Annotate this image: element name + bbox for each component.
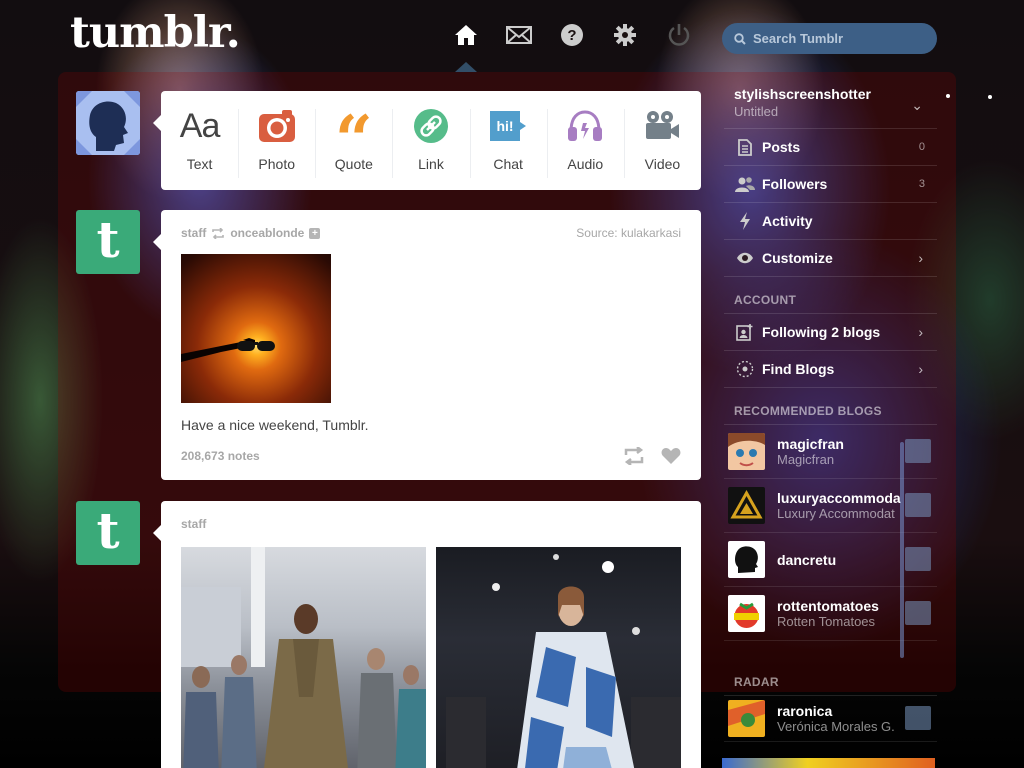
post-card: staff bbox=[153, 501, 701, 768]
link-icon bbox=[413, 106, 449, 146]
sidebar-item-activity[interactable]: Activity bbox=[724, 203, 937, 240]
tumblr-logo[interactable]: tumblr. bbox=[70, 8, 241, 58]
post-author[interactable]: staff bbox=[181, 226, 206, 240]
photoset-image[interactable] bbox=[436, 547, 681, 768]
search-icon bbox=[734, 32, 746, 45]
help-icon[interactable]: ? bbox=[559, 22, 585, 48]
search-input[interactable]: Search Tumblr bbox=[722, 23, 937, 54]
follow-button[interactable] bbox=[905, 601, 931, 625]
eye-icon bbox=[734, 252, 756, 264]
radar-post-preview[interactable] bbox=[722, 758, 935, 768]
post-header: staff onceablonde + Source: kulakarkasi bbox=[161, 210, 701, 240]
blog-avatar bbox=[728, 487, 765, 524]
gear-icon[interactable] bbox=[612, 22, 638, 48]
section-title-account: ACCOUNT bbox=[724, 277, 937, 314]
sidebar-item-posts[interactable]: Posts 0 bbox=[724, 129, 937, 166]
search-placeholder: Search Tumblr bbox=[753, 31, 844, 46]
followers-icon bbox=[734, 176, 756, 192]
blog-switcher[interactable]: stylishscreenshotter Untitled ⌄ bbox=[724, 77, 937, 129]
section-title-recommended: RECOMMENDED BLOGS bbox=[724, 388, 937, 425]
post-caption: Have a nice weekend, Tumblr. bbox=[181, 417, 369, 433]
chat-icon: hi! bbox=[488, 106, 528, 146]
photoset bbox=[161, 531, 701, 768]
section-title-radar: RADAR bbox=[724, 659, 937, 696]
recommended-blog[interactable]: magicfran Magicfran bbox=[724, 425, 937, 479]
chevron-down-icon: ⌄ bbox=[911, 97, 923, 113]
chevron-right-icon: › bbox=[918, 250, 923, 266]
camera-icon bbox=[258, 106, 296, 146]
like-heart-icon[interactable] bbox=[661, 447, 681, 465]
blog-avatar bbox=[728, 595, 765, 632]
follow-plus-icon[interactable]: + bbox=[309, 227, 321, 239]
reblog-icon[interactable] bbox=[623, 447, 645, 465]
recommended-blog[interactable]: dancretu bbox=[724, 533, 937, 587]
svg-text:hi!: hi! bbox=[497, 118, 514, 134]
following-icon bbox=[734, 323, 756, 341]
sidebar-item-customize[interactable]: Customize › bbox=[724, 240, 937, 277]
recommended-blog[interactable]: rottentomatoes Rotten Tomatoes bbox=[724, 587, 937, 641]
background-speck bbox=[946, 94, 950, 98]
activity-icon bbox=[734, 212, 756, 230]
recommended-blog[interactable]: luxuryaccommoda Luxury Accommodat bbox=[724, 479, 937, 533]
post-source[interactable]: Source: kulakarkasi bbox=[576, 226, 681, 240]
audio-icon bbox=[566, 106, 604, 146]
recommended-scrollbar[interactable] bbox=[900, 442, 904, 658]
home-icon[interactable] bbox=[453, 22, 479, 48]
staff-avatar[interactable]: t bbox=[76, 501, 140, 565]
post-author[interactable]: staff bbox=[181, 517, 206, 531]
staff-avatar[interactable]: t bbox=[76, 210, 140, 274]
post-type-label: Video bbox=[644, 156, 681, 172]
blog-avatar bbox=[728, 700, 765, 737]
post-type-audio[interactable]: Audio bbox=[546, 91, 624, 190]
post-type-quote[interactable]: “ Quote bbox=[315, 91, 392, 190]
post-type-chat[interactable]: hi! Chat bbox=[469, 91, 547, 190]
radar-blog[interactable]: raronica Verónica Morales G. bbox=[724, 696, 937, 742]
follow-button[interactable] bbox=[905, 706, 931, 730]
post-type-label: Link bbox=[418, 156, 444, 172]
sidebar-item-followers[interactable]: Followers 3 bbox=[724, 166, 937, 203]
post-type-video[interactable]: Video bbox=[623, 91, 701, 190]
post-type-text[interactable]: Aa Text bbox=[161, 91, 238, 190]
quote-icon: “ bbox=[334, 101, 373, 179]
post-type-link[interactable]: Link bbox=[392, 91, 469, 190]
power-icon[interactable] bbox=[666, 22, 692, 48]
blog-name: stylishscreenshotter bbox=[734, 86, 871, 102]
reblogged-from[interactable]: onceablonde bbox=[230, 226, 304, 240]
blog-avatar bbox=[728, 433, 765, 470]
post-type-label: Text bbox=[186, 156, 213, 172]
reblog-small-icon bbox=[212, 227, 225, 239]
sidebar-item-following[interactable]: Following 2 blogs › bbox=[724, 314, 937, 351]
blog-avatar bbox=[728, 541, 765, 578]
photoset-image[interactable] bbox=[181, 547, 426, 768]
post-type-label: Photo bbox=[258, 156, 295, 172]
blog-title: Untitled bbox=[734, 104, 779, 119]
post-header: staff bbox=[161, 501, 701, 531]
mail-icon[interactable] bbox=[506, 22, 532, 48]
post-type-bar: Aa Text Photo “ Quote Link hi! Chat Audi… bbox=[153, 91, 701, 190]
post-footer: 208,673 notes bbox=[161, 447, 701, 465]
sidebar-item-find-blogs[interactable]: Find Blogs › bbox=[724, 351, 937, 388]
user-avatar[interactable] bbox=[76, 91, 140, 155]
post-type-label: Audio bbox=[567, 156, 604, 172]
text-icon: Aa bbox=[179, 106, 221, 145]
post-type-label: Quote bbox=[334, 156, 373, 172]
sidebar: stylishscreenshotter Untitled ⌄ Posts 0 … bbox=[724, 77, 937, 742]
chevron-right-icon: › bbox=[918, 324, 923, 340]
post-photo[interactable] bbox=[181, 254, 331, 403]
compass-icon bbox=[734, 360, 756, 378]
follow-button[interactable] bbox=[905, 547, 931, 571]
post-type-photo[interactable]: Photo bbox=[238, 91, 315, 190]
video-icon bbox=[643, 106, 681, 146]
background-speck bbox=[988, 95, 992, 99]
svg-text:?: ? bbox=[567, 27, 576, 44]
follow-button[interactable] bbox=[905, 493, 931, 517]
post-notes[interactable]: 208,673 notes bbox=[181, 449, 260, 463]
post-card: staff onceablonde + Source: kulakarkasi … bbox=[153, 210, 701, 480]
posts-icon bbox=[734, 138, 756, 156]
chevron-right-icon: › bbox=[918, 361, 923, 377]
follow-button[interactable] bbox=[905, 439, 931, 463]
post-type-label: Chat bbox=[493, 156, 523, 172]
nav-caret bbox=[455, 62, 477, 72]
